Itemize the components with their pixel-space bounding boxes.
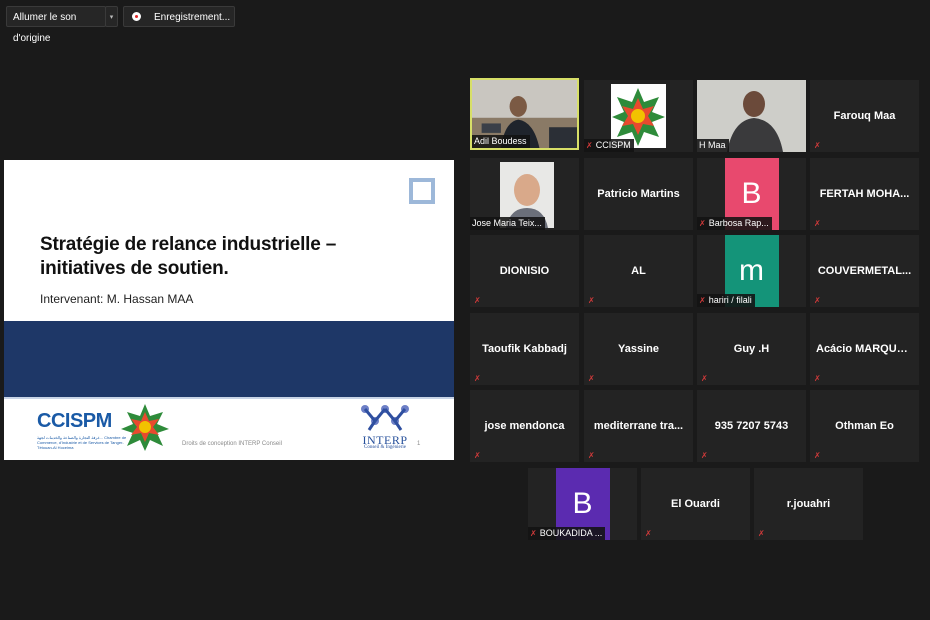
- slide-blue-band: [4, 321, 454, 397]
- participant-tile-fertah[interactable]: FERTAH MOHA... ✗: [810, 158, 919, 230]
- slide-title: Stratégie de relance industrielle – init…: [40, 234, 337, 279]
- participant-name: mediterrane tra...: [593, 420, 684, 432]
- recording-label: Enregistrement...: [154, 12, 231, 23]
- shared-slide: Stratégie de relance industrielle – init…: [4, 160, 454, 460]
- participant-name: Taoufik Kabbadj: [482, 343, 567, 355]
- muted-mic-icon: ✗: [586, 141, 593, 150]
- muted-mic-icon: ✗: [588, 374, 595, 383]
- muted-mic-icon: ✗: [758, 529, 765, 538]
- participant-tile-mediterrane[interactable]: mediterrane tra... ✗: [584, 390, 693, 462]
- participant-tile-h-maa[interactable]: H Maa: [697, 80, 806, 152]
- participant-name: Yassine: [618, 343, 659, 355]
- slide-subtitle: Intervenant: M. Hassan MAA: [40, 292, 194, 306]
- participant-tile-ccispm[interactable]: ✗ CCISPM: [584, 80, 693, 152]
- participant-name-label: H Maa: [697, 139, 729, 152]
- participant-tile-hariri-filali[interactable]: m ✗ hariri / filali: [697, 235, 806, 307]
- participant-tile-couvermetal[interactable]: COUVERMETAL... ✗: [810, 235, 919, 307]
- participant-name-label: Jose Maria Teix...: [470, 217, 545, 230]
- participant-name-label: ✗ BOUKADIDA ...: [528, 527, 606, 540]
- participant-tile-el-ouardi[interactable]: El Ouardi ✗: [641, 468, 750, 540]
- participant-name: 935 7207 5743: [714, 420, 789, 432]
- muted-mic-icon: ✗: [474, 451, 481, 460]
- recording-status-button[interactable]: Enregistrement...: [123, 6, 235, 27]
- slide-frame-decoration: [409, 178, 435, 204]
- participant-name: Guy .H: [733, 343, 770, 355]
- muted-mic-icon: ✗: [588, 296, 595, 305]
- interp-logo: INTERP Conseil & Ingénierie: [352, 403, 418, 453]
- ccispm-logo-caption: غرفة التجارة والصناعة والخدمات لجهة... C…: [37, 435, 127, 450]
- muted-mic-icon: ✗: [699, 219, 706, 228]
- interp-logo-caption: Conseil & Ingénierie: [364, 445, 406, 450]
- participant-name: COUVERMETAL...: [817, 265, 912, 277]
- slide-divider: [4, 397, 454, 399]
- participant-name: AL: [631, 265, 646, 277]
- participant-name: El Ouardi: [671, 498, 720, 510]
- participant-tile-guy-h[interactable]: Guy .H ✗: [697, 313, 806, 385]
- participant-tile-yassine[interactable]: Yassine ✗: [584, 313, 693, 385]
- participant-tile-dionisio[interactable]: DIONISIO ✗: [470, 235, 579, 307]
- ccispm-logo: CCISPM غرفة التجارة والصناعة والخدمات لج…: [37, 402, 172, 452]
- participant-name-label: ✗ CCISPM: [584, 139, 634, 152]
- ccispm-logo-text: CCISPM: [37, 410, 112, 432]
- participant-name-label: ✗ hariri / filali: [697, 294, 755, 307]
- muted-mic-icon: ✗: [701, 451, 708, 460]
- participant-name: Othman Eo: [835, 420, 894, 432]
- muted-mic-icon: ✗: [530, 529, 537, 538]
- participant-name: Patricio Martins: [597, 188, 680, 200]
- slide-credit: Droits de conception INTERP Conseil: [182, 441, 282, 447]
- participant-tile-adil-boudess[interactable]: Adil Boudess: [470, 78, 579, 150]
- muted-mic-icon: ✗: [814, 374, 821, 383]
- interp-emblem-icon: [361, 405, 409, 431]
- participant-tile-farouq-maa[interactable]: Farouq Maa ✗: [810, 80, 919, 152]
- muted-mic-icon: ✗: [814, 141, 821, 150]
- muted-mic-icon: ✗: [645, 529, 652, 538]
- participant-name-label: ✗ Barbosa Rap...: [697, 217, 772, 230]
- muted-mic-icon: ✗: [814, 296, 821, 305]
- muted-mic-icon: ✗: [701, 374, 708, 383]
- participant-tile-taoufik-kabbadj[interactable]: Taoufik Kabbadj ✗: [470, 313, 579, 385]
- recording-dot-icon: [132, 12, 141, 21]
- participant-tile-r-jouahri[interactable]: r.jouahri ✗: [754, 468, 863, 540]
- participant-tile-barbosa[interactable]: B ✗ Barbosa Rap...: [697, 158, 806, 230]
- muted-mic-icon: ✗: [699, 296, 706, 305]
- participant-name: r.jouahri: [786, 498, 831, 510]
- participant-name: FERTAH MOHA...: [819, 188, 910, 200]
- participant-tile-boukadida[interactable]: B ✗ BOUKADIDA ...: [528, 468, 637, 540]
- original-sound-button[interactable]: Allumer le son d'origine: [6, 6, 106, 44]
- participant-name: Farouq Maa: [833, 110, 896, 122]
- original-sound-dropdown-button[interactable]: ▾: [105, 6, 118, 27]
- participant-name-label: Adil Boudess: [472, 135, 530, 148]
- participant-tile-phone-number[interactable]: 935 7207 5743 ✗: [697, 390, 806, 462]
- participant-tile-patricio-martins[interactable]: Patricio Martins: [584, 158, 693, 230]
- ccispm-emblem-icon: [121, 404, 169, 451]
- participant-tile-al[interactable]: AL ✗: [584, 235, 693, 307]
- participant-tile-jose-mendonca[interactable]: jose mendonca ✗: [470, 390, 579, 462]
- participant-name: Acácio MARQUE...: [816, 343, 914, 355]
- muted-mic-icon: ✗: [814, 219, 821, 228]
- muted-mic-icon: ✗: [814, 451, 821, 460]
- muted-mic-icon: ✗: [474, 296, 481, 305]
- muted-mic-icon: ✗: [588, 451, 595, 460]
- participant-tile-othman-eo[interactable]: Othman Eo ✗: [810, 390, 919, 462]
- muted-mic-icon: ✗: [474, 374, 481, 383]
- slide-page-number: 1: [417, 441, 421, 447]
- participant-tile-jose-maria[interactable]: Jose Maria Teix...: [470, 158, 579, 230]
- participant-name: DIONISIO: [499, 265, 550, 277]
- participant-name: jose mendonca: [484, 420, 565, 432]
- participant-tile-acacio-marques[interactable]: Acácio MARQUE... ✗: [810, 313, 919, 385]
